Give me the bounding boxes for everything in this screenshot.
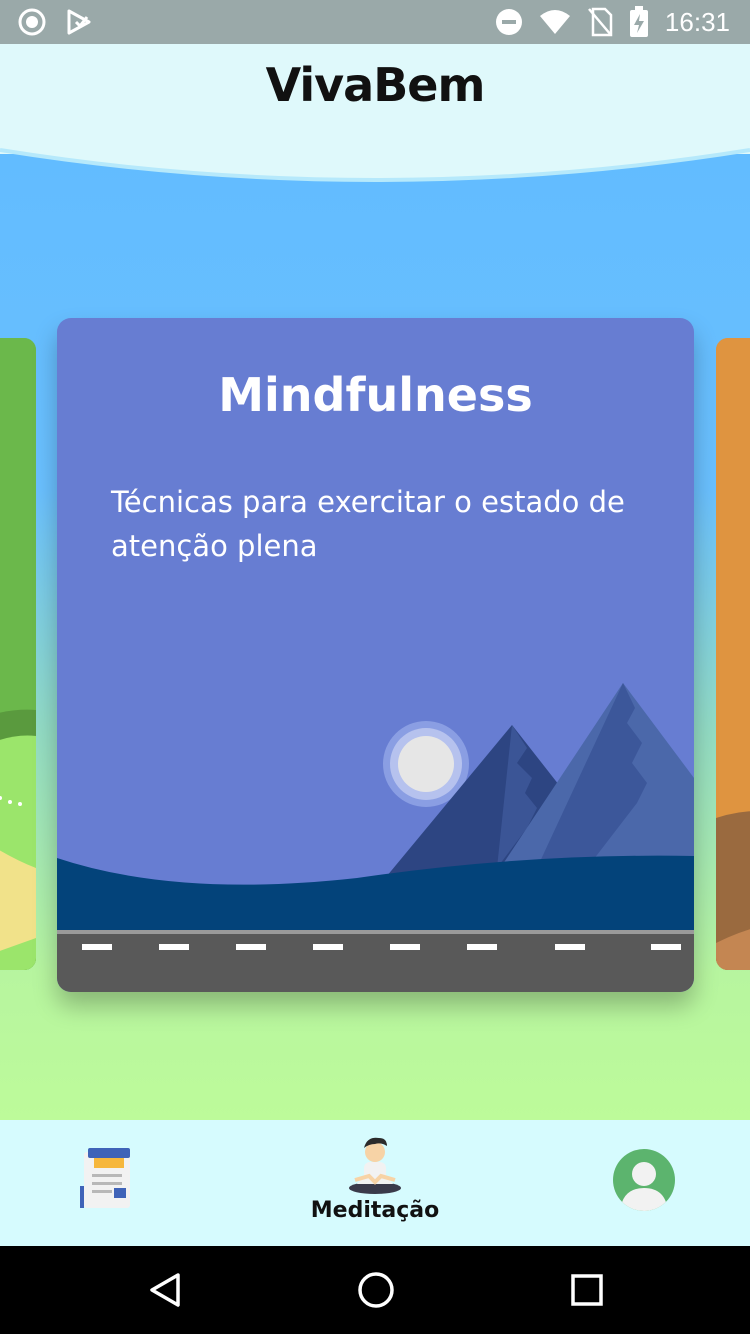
header-wave: [0, 140, 750, 182]
wifi-icon: [539, 10, 570, 34]
news-document-icon: [80, 1148, 130, 1208]
status-bar: 16:31: [0, 0, 750, 44]
circle-notification-icon: [18, 8, 46, 36]
play-store-icon: [67, 9, 91, 35]
status-time: 16:31: [664, 7, 730, 37]
nav-item-news[interactable]: [28, 1120, 188, 1246]
app-title: VivaBem: [265, 58, 486, 112]
next-card-scene: [716, 338, 750, 970]
card-title: Mindfulness: [218, 368, 533, 422]
bottom-navigation: Meditação: [0, 1120, 750, 1246]
do-not-disturb-icon: [495, 9, 522, 35]
back-icon[interactable]: [148, 1272, 184, 1308]
mountain-road-illustration: [57, 683, 694, 992]
carousel-card-mindfulness[interactable]: Mindfulness Técnicas para exercitar o es…: [57, 318, 694, 992]
carousel-card-previous[interactable]: [0, 338, 36, 970]
nav-item-profile[interactable]: [564, 1120, 724, 1246]
recents-icon[interactable]: [571, 1274, 603, 1306]
system-navigation-bar: [0, 1246, 750, 1334]
previous-card-scene: [0, 338, 36, 970]
profile-avatar-icon: [613, 1149, 675, 1211]
no-sim-icon: [587, 7, 613, 37]
nav-item-meditacao[interactable]: Meditação: [295, 1120, 455, 1246]
nav-label-meditacao: Meditação: [310, 1198, 440, 1223]
battery-charging-icon: [629, 6, 648, 37]
card-description: Técnicas para exercitar o estado de aten…: [111, 485, 625, 563]
carousel-card-next[interactable]: [716, 338, 750, 970]
home-icon[interactable]: [357, 1271, 395, 1309]
meditation-person-icon: [349, 1137, 401, 1194]
